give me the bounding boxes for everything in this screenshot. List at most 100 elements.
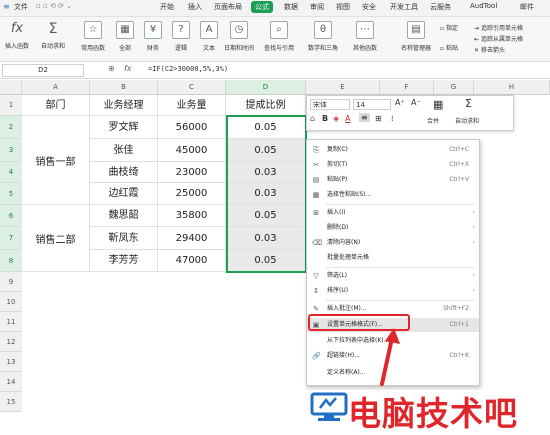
fill-color-icon[interactable]: ◈ (333, 114, 339, 123)
menu-mail[interactable]: 邮件 (520, 2, 534, 12)
manager-cell[interactable]: 边红霞 (90, 183, 158, 205)
row-header[interactable]: 3 (0, 139, 22, 162)
rate-cell[interactable]: 0.05 (226, 116, 306, 139)
row-header[interactable]: 5 (0, 183, 22, 205)
bold-icon[interactable]: B (322, 114, 328, 123)
menu-page-layout[interactable]: 页面布局 (214, 2, 242, 12)
merge-button[interactable]: 合并 (427, 116, 439, 125)
column-e-header[interactable]: E (306, 80, 380, 94)
more-format-icon[interactable]: ⁞ (391, 114, 394, 123)
font-name-field[interactable]: 宋体 (310, 99, 350, 110)
name-manager-button[interactable]: ▤ 名称管理器 (396, 19, 436, 59)
autosum-button[interactable]: Σ 自动求和 (36, 19, 70, 59)
volume-cell[interactable]: 29400 (158, 227, 226, 250)
paste-button[interactable]: ▫ 粘贴 (440, 43, 458, 52)
menu-view[interactable]: 视图 (336, 2, 350, 12)
rate-cell[interactable]: 0.05 (226, 205, 306, 227)
select-all-corner[interactable] (0, 80, 22, 94)
column-g-header[interactable]: G (434, 80, 474, 94)
menu-item-delete[interactable]: 删除(D) › (307, 221, 479, 235)
menu-audtool[interactable]: AudTool (470, 2, 497, 10)
manager-cell[interactable]: 李芳芳 (90, 250, 158, 272)
insert-function-button[interactable]: fx 插入函数 (0, 19, 34, 59)
menu-item-cut[interactable]: ✂ 剪切(T) Ctrl+X (307, 158, 479, 172)
manager-cell[interactable]: 魏思韶 (90, 205, 158, 227)
volume-cell[interactable]: 25000 (158, 183, 226, 205)
row-header[interactable]: 7 (0, 227, 22, 250)
row-header[interactable]: 14 (0, 372, 22, 392)
dept-cell-sales-2[interactable]: 销售二部 (22, 205, 90, 272)
trace-precedents-button[interactable]: ⇥ 追踪引用单元格 (474, 23, 523, 32)
menu-review[interactable]: 审阅 (310, 2, 324, 12)
volume-cell[interactable]: 45000 (158, 139, 226, 162)
math-functions-button[interactable]: θ 数学和三角 (306, 19, 340, 59)
zoom-icon[interactable]: ⊕ (108, 64, 115, 73)
column-b-header[interactable]: B (90, 80, 158, 94)
manager-cell[interactable]: 靳凤东 (90, 227, 158, 250)
menu-formulas[interactable]: 公式 (251, 1, 273, 13)
row-header[interactable]: 11 (0, 312, 22, 332)
merge-cells-icon[interactable]: ▦ (433, 98, 443, 111)
menu-insert[interactable]: 插入 (188, 2, 202, 12)
row-header[interactable]: 10 (0, 292, 22, 312)
menu-item-filter[interactable]: ▽ 筛选(L) › (307, 269, 479, 283)
menu-item-paste-special[interactable]: ▦ 选择性粘贴(S)... (307, 188, 479, 202)
volume-cell[interactable]: 56000 (158, 116, 226, 139)
font-grow-icon[interactable]: A⁺ (395, 98, 405, 107)
header-cell-volume[interactable]: 业务量 (158, 95, 226, 116)
rate-cell[interactable]: 0.05 (226, 250, 306, 272)
row-header[interactable]: 1 (0, 95, 22, 116)
font-shrink-icon[interactable]: A⁻ (411, 98, 421, 107)
font-size-field[interactable]: 14 (353, 99, 391, 110)
autosum-icon[interactable]: Σ (465, 97, 472, 110)
menu-cloud[interactable]: 云服务 (430, 2, 451, 12)
app-menu-icon[interactable]: ≡ (3, 2, 10, 11)
align-center-icon[interactable]: ≡ (359, 113, 370, 122)
menu-data[interactable]: 数据 (284, 2, 298, 12)
fx-icon[interactable]: fx (124, 64, 132, 73)
row-header[interactable]: 12 (0, 332, 22, 352)
format-painter-icon[interactable]: ⌂ (310, 114, 315, 123)
name-box[interactable]: D2 (2, 64, 84, 77)
common-functions-button[interactable]: ☆ 常用函数 (76, 19, 110, 59)
specify-button[interactable]: ▫ 指定 (440, 23, 458, 32)
column-c-header[interactable]: C (158, 80, 226, 94)
menu-item-clear-contents[interactable]: ⌫ 清除内容(N) › (307, 236, 479, 250)
menu-home[interactable]: 开始 (160, 2, 174, 12)
header-cell-dept[interactable]: 部门 (22, 95, 90, 116)
rate-cell[interactable]: 0.03 (226, 183, 306, 205)
row-header[interactable]: 8 (0, 250, 22, 272)
menu-item-insert[interactable]: ⊞ 插入(I) › (307, 206, 479, 220)
row-header[interactable]: 4 (0, 162, 22, 183)
trace-dependents-button[interactable]: ⇤ 追踪从属单元格 (474, 34, 523, 43)
dept-cell-sales-1[interactable]: 销售一部 (22, 116, 90, 205)
autosum-button[interactable]: 自动求和 (455, 116, 479, 125)
menu-developer[interactable]: 开发工具 (390, 2, 418, 12)
volume-cell[interactable]: 23000 (158, 162, 226, 183)
row-header[interactable]: 9 (0, 272, 22, 292)
text-functions-button[interactable]: A 文本 (192, 19, 226, 59)
menu-item-sort[interactable]: ↕ 排序(U) › (307, 284, 479, 298)
menu-file[interactable]: 文件 (14, 2, 28, 12)
row-header[interactable]: 2 (0, 116, 22, 139)
border-icon[interactable]: ⊞ (375, 114, 382, 123)
volume-cell[interactable]: 47000 (158, 250, 226, 272)
column-f-header[interactable]: F (380, 80, 434, 94)
rate-cell[interactable]: 0.03 (226, 162, 306, 183)
rate-cell[interactable]: 0.03 (226, 227, 306, 250)
lookup-functions-button[interactable]: ⌕ 查找与引用 (262, 19, 296, 59)
header-cell-manager[interactable]: 业务经理 (90, 95, 158, 116)
menu-item-copy[interactable]: ⎘ 复制(C) Ctrl+C (307, 143, 479, 157)
manager-cell[interactable]: 罗文辉 (90, 116, 158, 139)
other-functions-button[interactable]: ⋯ 其他函数 (348, 19, 382, 59)
manager-cell[interactable]: 曲枝绮 (90, 162, 158, 183)
column-h-header[interactable]: H (474, 80, 550, 94)
font-color-icon[interactable]: A (345, 114, 350, 123)
column-a-header[interactable]: A (22, 80, 90, 94)
row-header[interactable]: 6 (0, 205, 22, 227)
volume-cell[interactable]: 35800 (158, 205, 226, 227)
column-d-header[interactable]: D (226, 80, 306, 94)
manager-cell[interactable]: 张佳 (90, 139, 158, 162)
row-header[interactable]: 15 (0, 392, 22, 412)
row-header[interactable]: 13 (0, 352, 22, 372)
